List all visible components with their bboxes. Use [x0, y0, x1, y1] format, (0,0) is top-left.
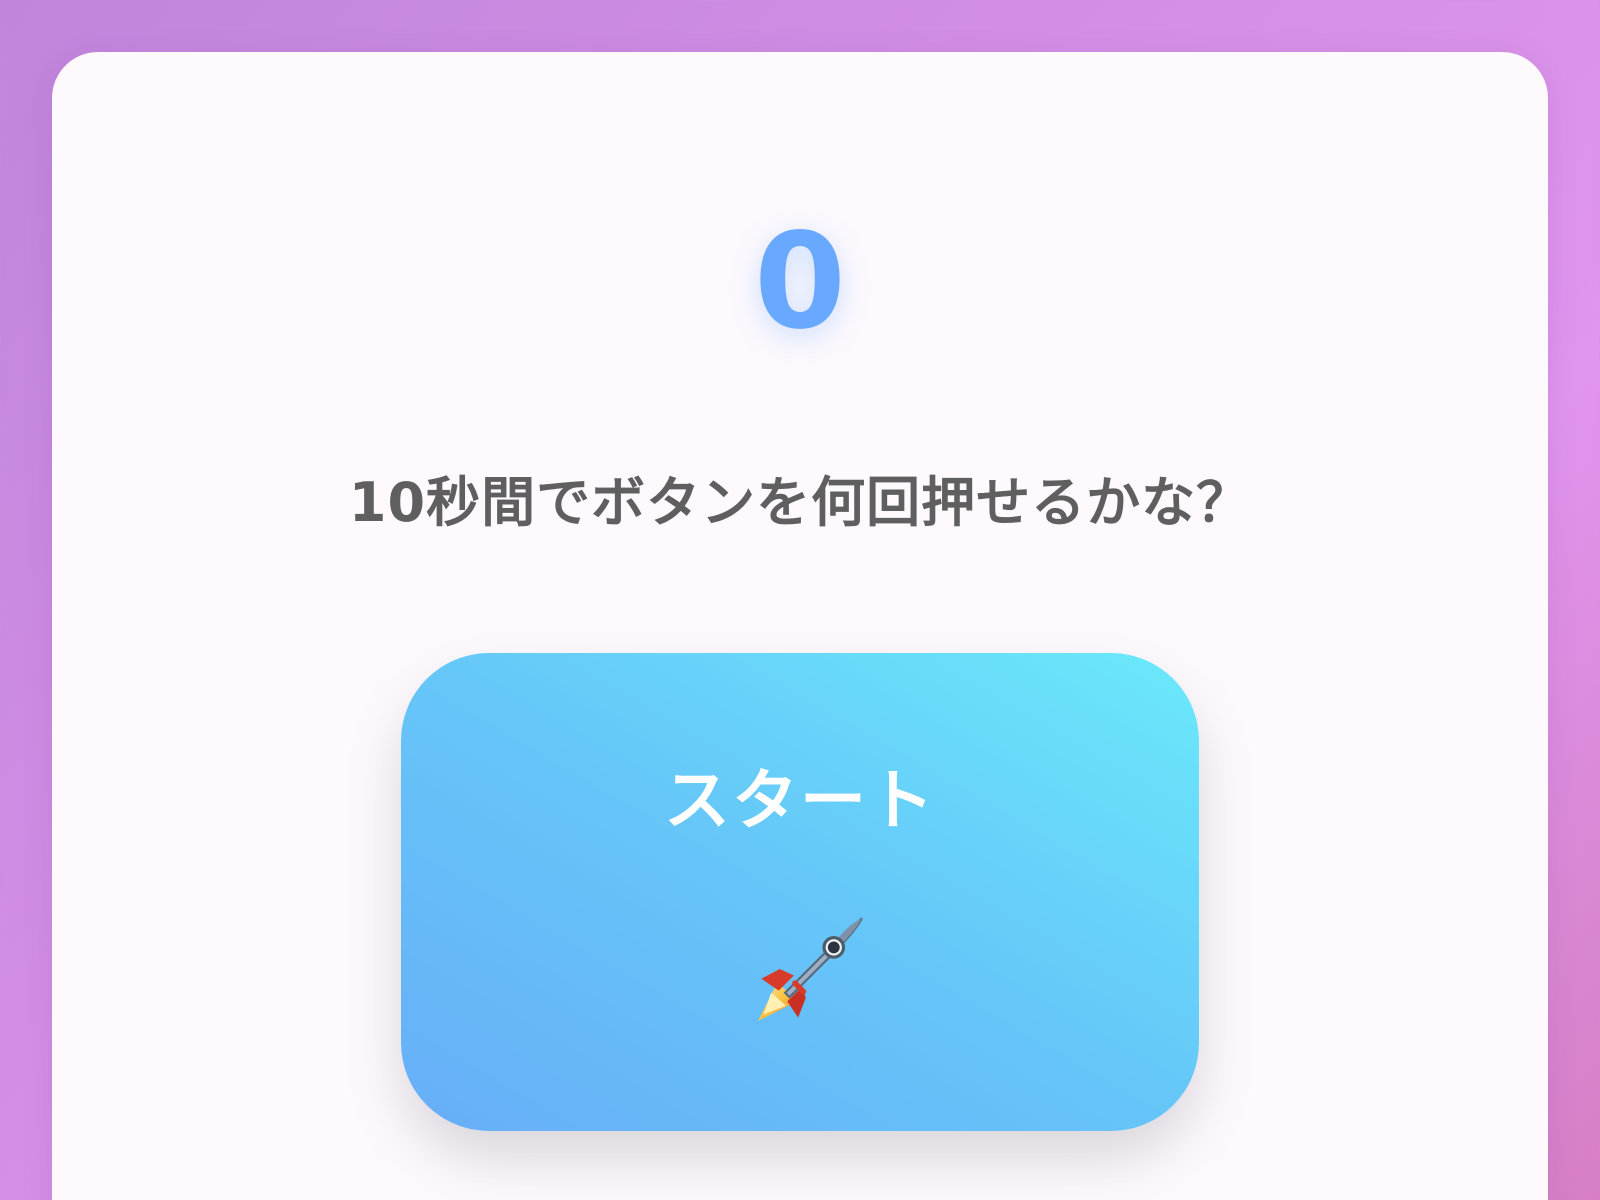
instruction-text: 10秒間でボタンを何回押せるかな？ [348, 471, 1252, 534]
score-counter: 0 [754, 205, 846, 359]
rocket-icon [758, 917, 863, 1021]
game-card: 0 10秒間でボタンを何回押せるかな？ スタート [52, 52, 1548, 1200]
start-button[interactable]: スタート [401, 653, 1199, 1131]
start-button-label: スタート [664, 762, 936, 839]
